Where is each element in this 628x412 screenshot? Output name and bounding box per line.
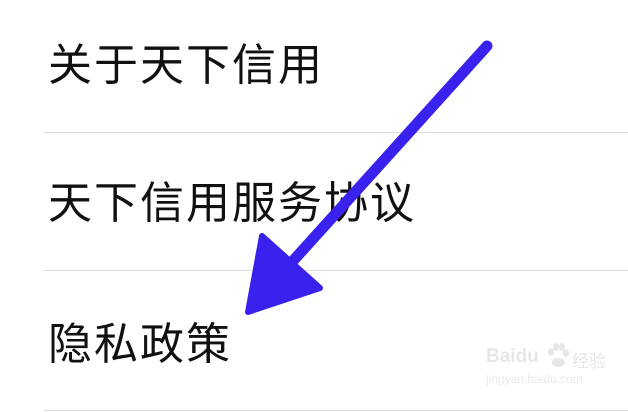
- watermark-url: jingyan.baidu.com: [486, 372, 583, 386]
- menu-item-label: 隐私政策: [48, 319, 232, 370]
- baidu-jingyan-watermark: Baidu 经验 jingyan.baidu.com: [486, 343, 616, 396]
- menu-item-label: 关于天下信用: [48, 40, 324, 91]
- watermark-brand-cn: 经验: [572, 352, 606, 372]
- paw-logo-icon: [548, 343, 569, 367]
- divider: [44, 410, 628, 411]
- watermark-brand: Baidu: [486, 346, 539, 367]
- menu-item-about[interactable]: 关于天下信用: [0, 0, 628, 132]
- menu-item-service-agreement[interactable]: 天下信用服务协议: [0, 132, 628, 270]
- menu-item-label: 天下信用服务协议: [48, 178, 416, 229]
